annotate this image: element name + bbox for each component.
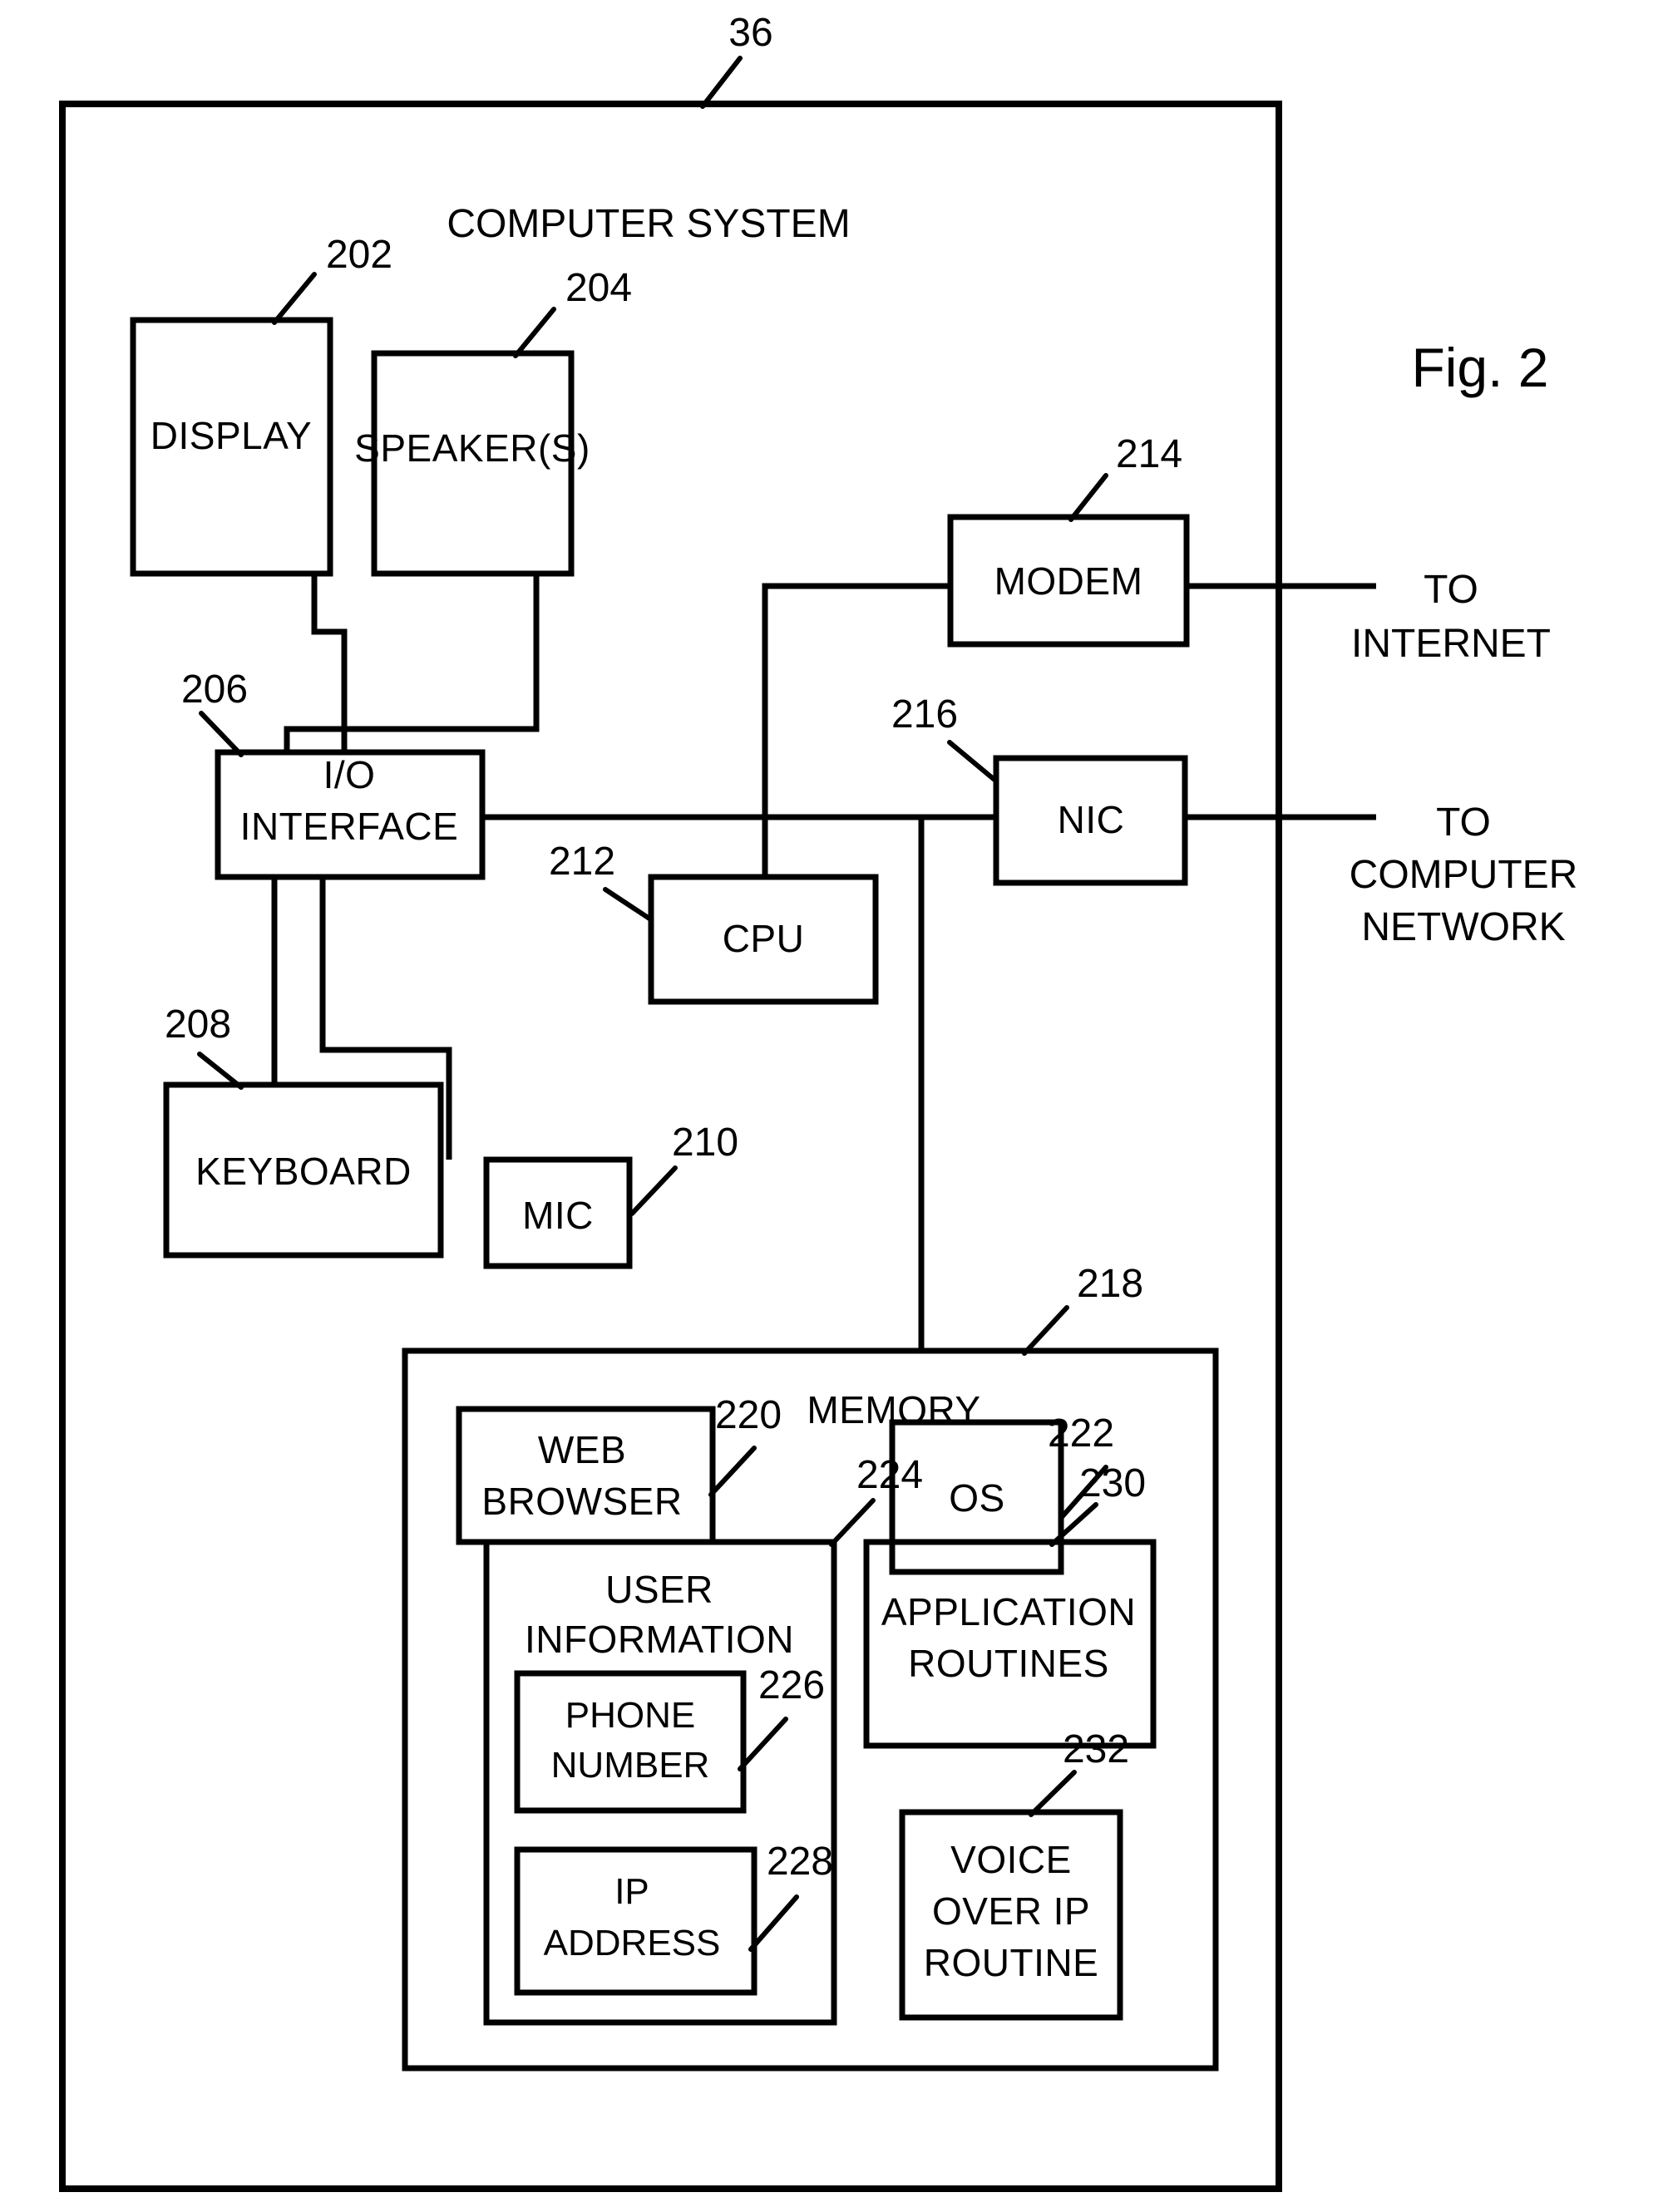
ref-label-218: 218: [1077, 1262, 1143, 1306]
block-user-information-label-line2: INFORMATION: [525, 1618, 794, 1661]
ref-label-220: 220: [715, 1393, 782, 1437]
connector-display-to-io: [311, 574, 348, 752]
block-speakers-label: SPEAKER(S): [354, 426, 590, 470]
block-modem-label: MODEM: [994, 559, 1143, 603]
external-label-network-line3: NETWORK: [1361, 905, 1565, 949]
block-web-browser-label-line2: BROWSER: [481, 1480, 682, 1523]
ref-label-232: 232: [1063, 1727, 1129, 1771]
block-user-information-label-line1: USER: [605, 1568, 713, 1611]
external-label-internet-line1: TO: [1424, 568, 1478, 612]
lead-line-220: [708, 1446, 757, 1497]
lead-line-216: [947, 740, 997, 782]
block-cpu-label: CPU: [723, 917, 805, 960]
block-ip-address-label-line1: IP: [614, 1871, 649, 1912]
block-nic-label: NIC: [1058, 798, 1125, 841]
ref-label-206: 206: [181, 668, 248, 712]
ref-label-230: 230: [1079, 1461, 1146, 1505]
lead-line-36: [700, 56, 743, 109]
block-phone-number: [514, 1670, 747, 1814]
ref-label-222: 222: [1048, 1411, 1114, 1456]
connector-speakers-to-io: [284, 574, 540, 752]
ref-label-216: 216: [891, 692, 958, 737]
lead-line-210: [629, 1165, 678, 1216]
ref-label-212: 212: [549, 840, 615, 884]
block-os-label: OS: [949, 1476, 1004, 1520]
lead-line-204: [513, 307, 556, 358]
computer-system-block-diagram: 36 COMPUTER SYSTEM Fig. 2 202 DISPLAY 20…: [59, 11, 1578, 2192]
block-phone-number-label-line1: PHONE: [565, 1695, 695, 1736]
lead-line-232: [1029, 1770, 1077, 1817]
block-io-interface-label-line1: I/O: [323, 753, 376, 796]
ref-label-202: 202: [326, 233, 392, 277]
connector-io-to-mic: [319, 877, 452, 1160]
block-ip-address-label-line2: ADDRESS: [544, 1923, 721, 1963]
external-label-internet-line2: INTERNET: [1351, 622, 1551, 666]
ref-label-226: 226: [758, 1663, 825, 1707]
system-title: COMPUTER SYSTEM: [447, 202, 850, 246]
block-web-browser-label-line1: WEB: [538, 1428, 626, 1471]
ref-label-36: 36: [728, 11, 772, 55]
block-voice-over-ip-label-line1: VOICE: [950, 1838, 1072, 1881]
block-display-label: DISPLAY: [151, 414, 312, 457]
lead-line-228: [748, 1894, 799, 1952]
block-voice-over-ip-label-line2: OVER IP: [932, 1889, 1090, 1933]
ref-label-204: 204: [565, 266, 632, 310]
ref-label-228: 228: [767, 1840, 833, 1884]
lead-line-218: [1022, 1305, 1069, 1356]
lead-line-212: [603, 887, 652, 921]
ref-label-210: 210: [672, 1121, 738, 1165]
block-application-routines-label-line2: ROUTINES: [908, 1642, 1109, 1685]
external-label-network-line1: TO: [1436, 801, 1491, 845]
lead-line-214: [1068, 473, 1108, 522]
ref-label-224: 224: [856, 1453, 923, 1497]
block-io-interface-label-line2: INTERFACE: [240, 805, 459, 848]
block-keyboard-label: KEYBOARD: [195, 1150, 412, 1193]
lead-line-224: [829, 1498, 876, 1547]
figure-number: Fig. 2: [1411, 337, 1548, 398]
block-voice-over-ip-label-line3: ROUTINE: [924, 1941, 1099, 1984]
block-application-routines-label-line1: APPLICATION: [881, 1590, 1136, 1633]
block-phone-number-label-line2: NUMBER: [551, 1745, 710, 1786]
block-mic-label: MIC: [522, 1194, 594, 1237]
lead-line-206: [199, 711, 244, 757]
external-label-network-line2: COMPUTER: [1350, 853, 1578, 897]
ref-label-208: 208: [165, 1003, 231, 1047]
patent-figure-page: 36 COMPUTER SYSTEM Fig. 2 202 DISPLAY 20…: [0, 0, 1663, 2212]
lead-line-226: [738, 1717, 788, 1771]
ref-label-214: 214: [1116, 432, 1182, 476]
lead-line-202: [272, 272, 317, 325]
